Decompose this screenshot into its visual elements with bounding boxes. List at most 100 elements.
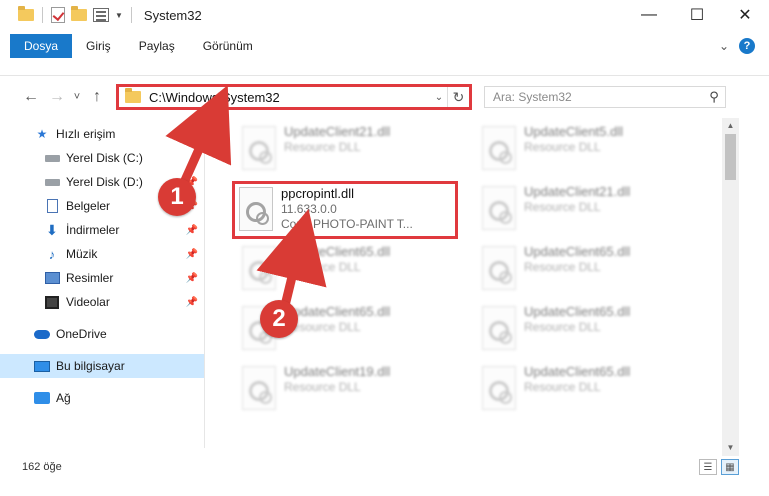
forward-button[interactable]: →	[44, 84, 70, 110]
search-icon[interactable]: ⚲	[703, 89, 725, 105]
up-button[interactable]: ↑	[84, 84, 110, 110]
file-type: Resource DLL	[524, 140, 601, 154]
dll-file-icon	[482, 366, 516, 410]
address-path[interactable]: C:\Windows\System32	[149, 90, 431, 105]
file-item[interactable]: UpdateClient65.dll Resource DLL	[468, 362, 698, 418]
file-type: Resource DLL	[524, 200, 601, 214]
videos-icon	[44, 295, 60, 309]
file-type: Resource DLL	[284, 260, 361, 274]
sidebar-item-downloads[interactable]: ⬇ İndirmeler 📌	[0, 218, 204, 242]
sidebar-item-label: Yerel Disk (D:)	[66, 175, 143, 189]
file-item[interactable]: UpdateClient5.dll Resource DLL	[468, 122, 698, 178]
dll-file-icon	[482, 306, 516, 350]
sidebar-item-this-pc[interactable]: Bu bilgisayar	[0, 354, 204, 378]
address-bar[interactable]: C:\Windows\System32 ⌄ ↻	[116, 84, 472, 110]
scroll-thumb[interactable]	[725, 134, 736, 180]
details-view-icon[interactable]: ☰	[699, 459, 717, 475]
status-bar: 162 öğe ☰ ▦	[0, 456, 769, 478]
search-input[interactable]: Ara: System32	[485, 90, 703, 104]
help-icon[interactable]: ?	[739, 38, 755, 54]
file-name: UpdateClient65.dll	[284, 244, 391, 259]
file-type: Resource DLL	[284, 320, 361, 334]
sidebar-item-label: Yerel Disk (C:)	[66, 151, 143, 165]
dll-file-icon	[482, 246, 516, 290]
file-type: Resource DLL	[284, 380, 361, 394]
chevron-down-icon[interactable]: ▼	[115, 11, 123, 20]
this-pc-icon	[34, 359, 50, 373]
navigation-bar: ← → ˅ ↑ C:\Windows\System32 ⌄ ↻ Ara: Sys…	[0, 80, 769, 114]
onedrive-icon	[34, 327, 50, 341]
divider	[42, 7, 43, 23]
file-name: UpdateClient19.dll	[284, 364, 391, 379]
dll-file-icon	[239, 187, 273, 231]
close-button[interactable]: ✕	[721, 0, 769, 30]
properties-check-icon[interactable]	[51, 7, 65, 23]
ribbon: Dosya Giriş Paylaş Görünüm ⌄ ?	[0, 30, 769, 76]
expand-ribbon-icon[interactable]: ⌄	[719, 39, 729, 53]
sidebar-item-music[interactable]: ♪ Müzik 📌	[0, 242, 204, 266]
dll-file-icon	[482, 126, 516, 170]
pin-icon[interactable]: 📌	[186, 273, 198, 284]
pin-icon[interactable]: 📌	[186, 297, 198, 308]
sidebar-item-onedrive[interactable]: OneDrive	[0, 322, 204, 346]
item-count: 162 öğe	[22, 461, 62, 473]
view-switcher: ☰ ▦	[699, 459, 739, 475]
step-2-badge: 2	[260, 300, 298, 338]
star-icon: ★	[36, 127, 48, 141]
file-item[interactable]: UpdateClient21.dll Resource DLL	[228, 122, 458, 178]
back-button[interactable]: ←	[18, 84, 44, 110]
highlighted-file-item[interactable]: ppcropintl.dll 11.633.0.0 Corel PHOTO-PA…	[232, 181, 458, 239]
file-type: Resource DLL	[524, 260, 601, 274]
sidebar-item-pictures[interactable]: Resimler 📌	[0, 266, 204, 290]
sidebar-item-videos[interactable]: Videolar 📌	[0, 290, 204, 314]
file-description: Corel PHOTO-PAINT T...	[281, 217, 413, 231]
file-item[interactable]: UpdateClient19.dll Resource DLL	[228, 362, 458, 418]
sidebar-item-label: OneDrive	[56, 327, 107, 341]
divider	[130, 7, 132, 23]
drive-icon	[44, 175, 60, 189]
pin-icon[interactable]: 📌	[186, 249, 198, 260]
chevron-down-icon[interactable]: ⌄	[431, 92, 447, 103]
scroll-down-icon[interactable]: ▼	[722, 440, 739, 456]
tab-dosya[interactable]: Dosya	[10, 34, 73, 58]
folder-icon	[125, 88, 141, 103]
file-name: UpdateClient5.dll	[524, 124, 624, 139]
pin-icon[interactable]: 📌	[186, 225, 198, 236]
maximize-button[interactable]: ☐	[673, 0, 721, 30]
file-item[interactable]: UpdateClient65.dll Resource DLL	[228, 242, 458, 298]
file-item[interactable]: UpdateClient21.dll Resource DLL	[468, 182, 698, 238]
refresh-icon[interactable]: ↻	[447, 87, 469, 107]
pictures-icon	[44, 271, 60, 285]
recent-locations-button[interactable]: ˅	[70, 84, 84, 110]
tab-giris[interactable]: Giriş	[72, 34, 125, 58]
customize-toolbar-icon[interactable]	[93, 8, 109, 22]
music-icon: ♪	[48, 246, 56, 262]
scroll-up-icon[interactable]: ▲	[722, 118, 739, 134]
file-name: UpdateClient21.dll	[524, 184, 631, 199]
file-name: UpdateClient65.dll	[524, 244, 631, 259]
drive-icon	[44, 151, 60, 165]
file-name: UpdateClient65.dll	[524, 364, 631, 379]
dll-file-icon	[482, 186, 516, 230]
tiles-view-icon[interactable]: ▦	[721, 459, 739, 475]
folder-icon	[18, 6, 34, 21]
sidebar-item-label: Videolar	[66, 295, 110, 309]
dll-file-icon	[242, 366, 276, 410]
title-bar: ▼ System32 — ☐ ✕	[0, 0, 769, 30]
tab-paylas[interactable]: Paylaş	[125, 34, 189, 58]
file-item[interactable]: UpdateClient65.dll Resource DLL	[468, 242, 698, 298]
file-name: UpdateClient65.dll	[524, 304, 631, 319]
sidebar-item-local-disk-c[interactable]: Yerel Disk (C:)	[0, 146, 204, 170]
sidebar-item-label: Ağ	[56, 391, 71, 405]
minimize-button[interactable]: —	[625, 0, 673, 30]
sidebar-item-quick-access[interactable]: ★ Hızlı erişim	[0, 122, 204, 146]
file-name: UpdateClient21.dll	[284, 124, 391, 139]
file-item[interactable]: UpdateClient65.dll Resource DLL	[468, 302, 698, 358]
sidebar-item-network[interactable]: Ağ	[0, 386, 204, 410]
sidebar-item-label: Hızlı erişim	[56, 127, 116, 141]
file-list: UpdateClient21.dll Resource DLL UpdateCli…	[214, 118, 722, 448]
vertical-scrollbar[interactable]: ▲ ▼	[722, 118, 739, 456]
search-box[interactable]: Ara: System32 ⚲	[484, 86, 726, 108]
tab-gorunum[interactable]: Görünüm	[189, 34, 267, 58]
new-folder-icon[interactable]	[71, 6, 87, 21]
